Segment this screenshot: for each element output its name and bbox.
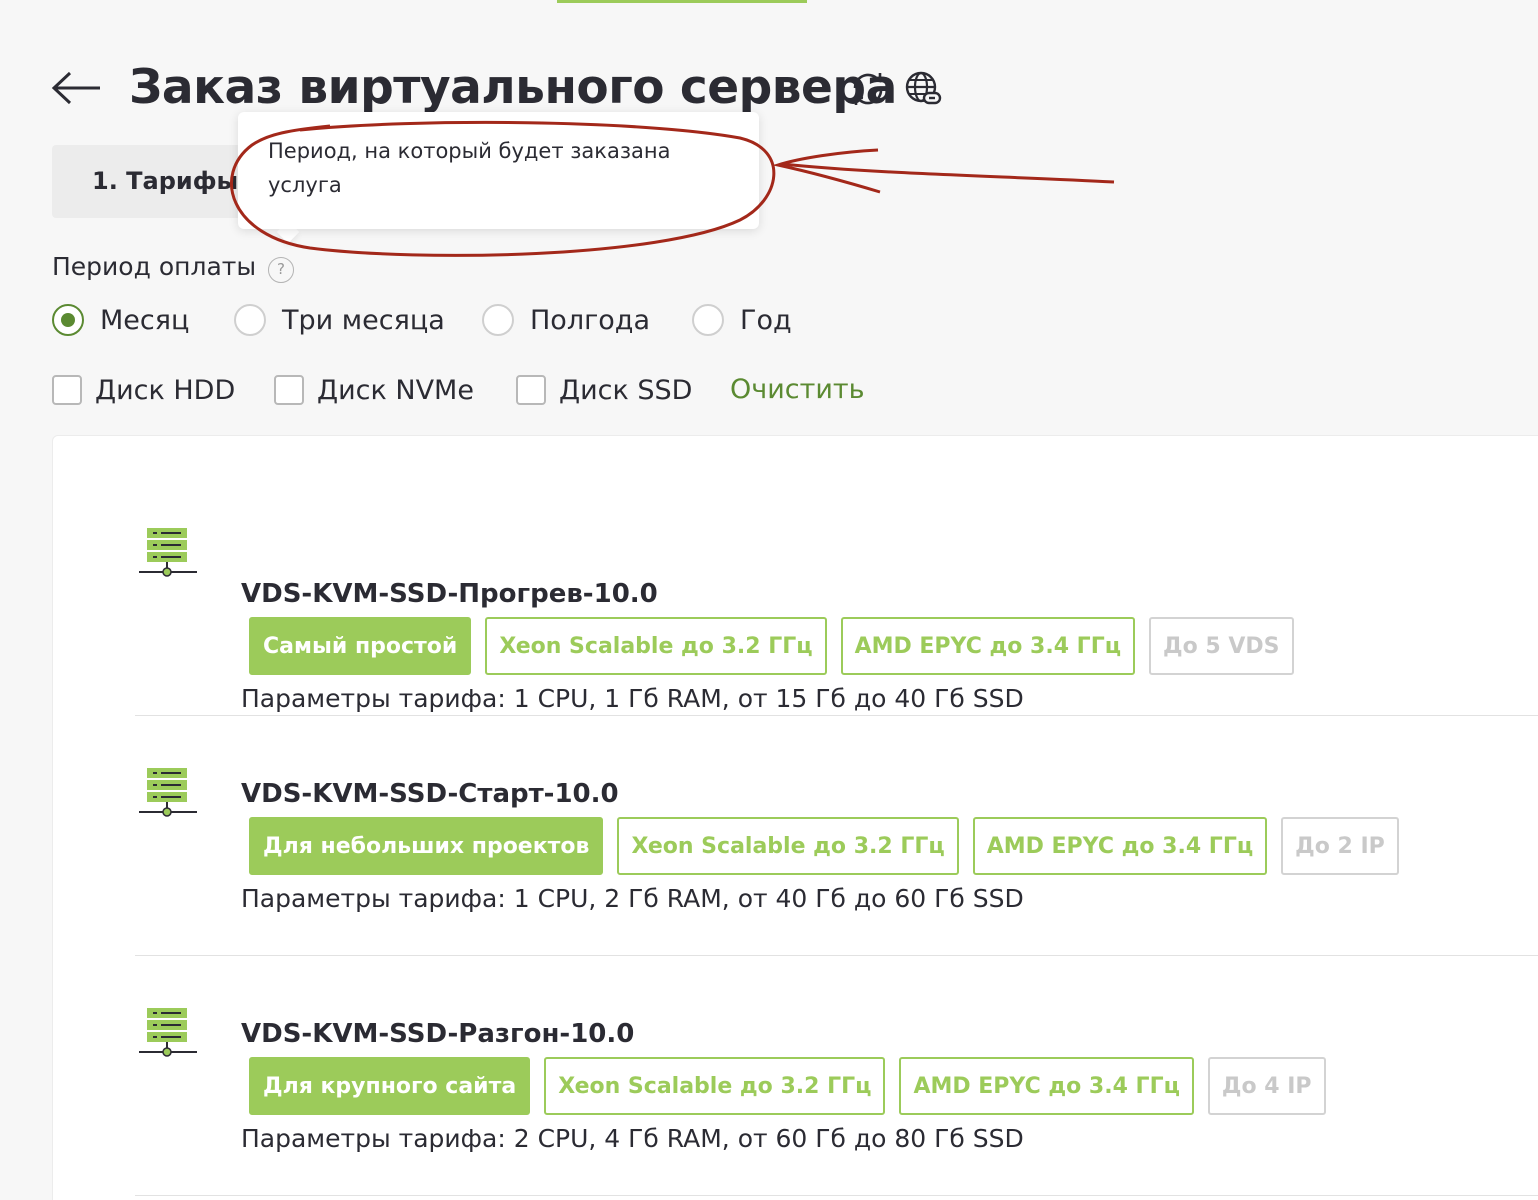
radio-three-months[interactable]: Три месяца [234,300,445,340]
arrow-left-icon[interactable] [50,70,104,106]
tariff-badge: Самый простой [249,617,472,675]
filter-ssd-label: Диск SSD [559,374,693,406]
page-title: Заказ виртуального сервера [129,60,897,115]
radio-year-circle[interactable] [692,304,724,336]
tariff-divider [135,1195,1538,1196]
period-tooltip: Период, на который будет заказана услуга [238,112,759,229]
server-icon [139,768,197,817]
tariff-badge: Для небольших проектов [249,817,604,875]
tariff-badges: Самый простой Xeon Scalable до 3.2 ГГц A… [249,617,1294,675]
page: Заказ виртуального сервера 1. Тарифы Пер… [0,0,1538,1200]
radio-month[interactable]: Месяц [52,300,189,340]
tariff-params: Параметры тарифа: 1 CPU, 1 Гб RAM, от 15… [241,684,1024,713]
tariff-name: VDS-KVM-SSD-Прогрев-10.0 [241,579,658,609]
radio-month-label: Месяц [100,304,190,336]
filter-hdd[interactable]: Диск HDD [52,370,235,410]
radio-month-circle[interactable] [52,304,84,336]
filter-ssd[interactable]: Диск SSD [516,370,692,410]
tariff-badge: Xeon Scalable до 3.2 ГГц [617,817,959,875]
annotation-arrow-head [772,148,881,194]
tariff-badges: Для небольших проектов Xeon Scalable до … [249,817,1399,875]
tariff-badge: До 4 IP [1207,1057,1326,1115]
server-icon [139,1008,197,1057]
tariff-badge: До 5 VDS [1149,617,1294,675]
radio-half-year-circle[interactable] [482,304,514,336]
tariff-badge: AMD EPYC до 3.4 ГГц [840,617,1136,675]
step-tab-label: 1. Тарифы [92,167,239,195]
tariff-badge: До 2 IP [1281,817,1399,875]
tariff-badge: Для крупного сайта [249,1057,531,1115]
tariff-list: VDS-KVM-SSD-Прогрев-10.0 Самый простой X… [52,435,1538,1200]
globe-link-icon[interactable] [904,70,942,108]
tariff-badge: Xeon Scalable до 3.2 ГГц [544,1057,886,1115]
tariff-badge: AMD EPYC до 3.4 ГГц [899,1057,1194,1115]
radio-three-months-label: Три месяца [282,304,445,336]
tariff-item[interactable]: VDS-KVM-SSD-Старт-10.0 Для небольших про… [53,716,1538,956]
tooltip-text: Период, на который будет заказана услуга [268,139,671,197]
radio-year-label: Год [740,304,792,336]
annotation-arrow-line [781,162,1115,184]
tariff-name: VDS-KVM-SSD-Разгон-10.0 [241,1019,635,1049]
filter-hdd-checkbox[interactable] [52,375,82,405]
tariff-item[interactable]: VDS-KVM-SSD-Прогрев-10.0 Самый простой X… [53,476,1538,716]
tariff-badge: AMD EPYC до 3.4 ГГц [972,817,1268,875]
help-icon[interactable]: ? [268,257,294,283]
clear-filters-link[interactable]: Очистить [730,370,865,410]
tariff-badges: Для крупного сайта Xeon Scalable до 3.2 … [249,1057,1326,1115]
tariff-name: VDS-KVM-SSD-Старт-10.0 [241,779,619,809]
tariff-item[interactable]: VDS-KVM-SSD-Разгон-10.0 Для крупного сай… [53,956,1538,1196]
refresh-icon[interactable] [849,70,887,108]
tariff-params: Параметры тарифа: 1 CPU, 2 Гб RAM, от 40… [241,884,1024,913]
radio-year[interactable]: Год [692,300,792,340]
tariff-badge: Xeon Scalable до 3.2 ГГц [485,617,827,675]
period-label: Период оплаты [52,252,257,281]
server-icon [139,528,197,577]
radio-half-year-label: Полгода [530,304,650,336]
filter-nvme-label: Диск NVMe [317,374,474,406]
filter-ssd-checkbox[interactable] [516,375,546,405]
filter-nvme[interactable]: Диск NVMe [274,370,474,410]
tariff-params: Параметры тарифа: 2 CPU, 4 Гб RAM, от 60… [241,1124,1024,1153]
radio-three-months-circle[interactable] [234,304,266,336]
radio-half-year[interactable]: Полгода [482,300,650,340]
filter-hdd-label: Диск HDD [95,374,236,406]
filter-nvme-checkbox[interactable] [274,375,304,405]
top-progress-accent [557,0,807,3]
